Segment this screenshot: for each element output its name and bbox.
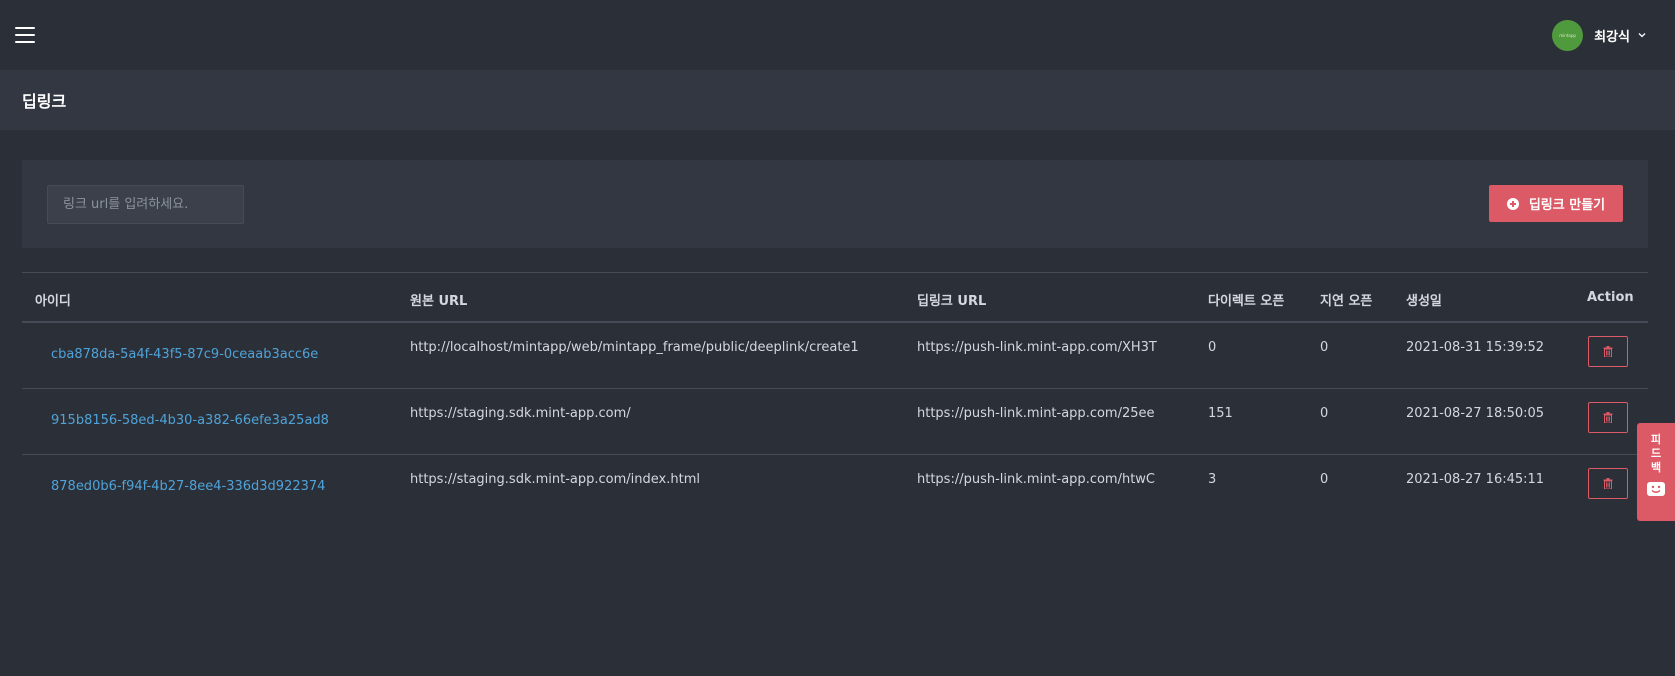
- row-created-at: 2021-08-27 18:50:05: [1406, 406, 1545, 421]
- feedback-label: 피 드 백: [1651, 433, 1661, 475]
- row-deeplink-url: https://push-link.mint-app.com/25ee: [917, 406, 1155, 421]
- deeplink-table: 아이디 원본 URL 딥링크 URL 다이렉트 오픈 지연 오픈 생성일 Act…: [22, 272, 1648, 521]
- feedback-char: 피: [1650, 433, 1662, 446]
- menu-icon[interactable]: [15, 27, 35, 43]
- header-action: Action: [1587, 290, 1634, 305]
- plus-circle-icon: [1506, 197, 1519, 210]
- create-deeplink-label: 딥링크 만들기: [1528, 198, 1606, 213]
- row-direct-open: 151: [1208, 406, 1233, 421]
- row-deeplink-url: https://push-link.mint-app.com/XH3T: [917, 340, 1157, 355]
- page-header: 딥링크: [0, 70, 1675, 130]
- page-title: 딥링크: [22, 92, 67, 111]
- feedback-char: 백: [1650, 461, 1662, 474]
- toolbar-panel: 딥링크 만들기: [22, 160, 1648, 248]
- row-origin-url: https://staging.sdk.mint-app.com/: [410, 406, 631, 421]
- row-deferred-open: 0: [1320, 472, 1329, 487]
- top-navbar: mintapp 최강식: [0, 0, 1675, 70]
- table-header: 아이디 원본 URL 딥링크 URL 다이렉트 오픈 지연 오픈 생성일 Act…: [22, 273, 1648, 323]
- table-row: cba878da-5a4f-43f5-87c9-0ceaab3acc6e htt…: [22, 323, 1648, 389]
- avatar: mintapp: [1552, 19, 1584, 51]
- avatar-logo-text: mintapp: [1559, 32, 1576, 38]
- trash-icon: [1603, 412, 1613, 423]
- row-id-link[interactable]: 878ed0b6-f94f-4b27-8ee4-336d3d922374: [51, 479, 325, 494]
- user-name: 최강식: [1594, 29, 1630, 45]
- header-deeplink-url: 딥링크 URL: [917, 294, 987, 309]
- row-origin-url: https://staging.sdk.mint-app.com/index.h…: [410, 472, 700, 487]
- feedback-tab[interactable]: 피 드 백: [1637, 423, 1675, 521]
- row-created-at: 2021-08-27 16:45:11: [1406, 472, 1545, 487]
- row-origin-url: http://localhost/mintapp/web/mintapp_fra…: [410, 340, 859, 355]
- delete-button[interactable]: [1588, 402, 1628, 433]
- header-direct-open: 다이렉트 오픈: [1208, 294, 1285, 309]
- row-deeplink-url: https://push-link.mint-app.com/htwC: [917, 472, 1156, 487]
- smile-chat-icon: [1647, 482, 1665, 496]
- table-row: 878ed0b6-f94f-4b27-8ee4-336d3d922374 htt…: [22, 455, 1648, 521]
- chevron-down-icon: [1638, 33, 1646, 38]
- delete-button[interactable]: [1588, 336, 1628, 367]
- trash-icon: [1603, 346, 1613, 357]
- header-created-at: 생성일: [1406, 294, 1442, 309]
- search-input[interactable]: [47, 185, 244, 224]
- trash-icon: [1603, 478, 1613, 489]
- table-row: 915b8156-58ed-4b30-a382-66efe3a25ad8 htt…: [22, 389, 1648, 455]
- row-direct-open: 0: [1208, 340, 1217, 355]
- header-id: 아이디: [35, 294, 71, 309]
- row-created-at: 2021-08-31 15:39:52: [1406, 340, 1545, 355]
- row-deferred-open: 0: [1320, 340, 1329, 355]
- create-deeplink-button[interactable]: 딥링크 만들기: [1489, 185, 1623, 222]
- user-menu[interactable]: mintapp 최강식: [1552, 19, 1647, 51]
- row-id-link[interactable]: cba878da-5a4f-43f5-87c9-0ceaab3acc6e: [51, 347, 318, 362]
- delete-button[interactable]: [1588, 468, 1628, 499]
- header-deferred-open: 지연 오픈: [1320, 294, 1373, 309]
- row-direct-open: 3: [1208, 472, 1217, 487]
- feedback-char: 드: [1650, 447, 1662, 460]
- row-id-link[interactable]: 915b8156-58ed-4b30-a382-66efe3a25ad8: [51, 413, 329, 428]
- header-origin-url: 원본 URL: [410, 294, 468, 309]
- row-deferred-open: 0: [1320, 406, 1329, 421]
